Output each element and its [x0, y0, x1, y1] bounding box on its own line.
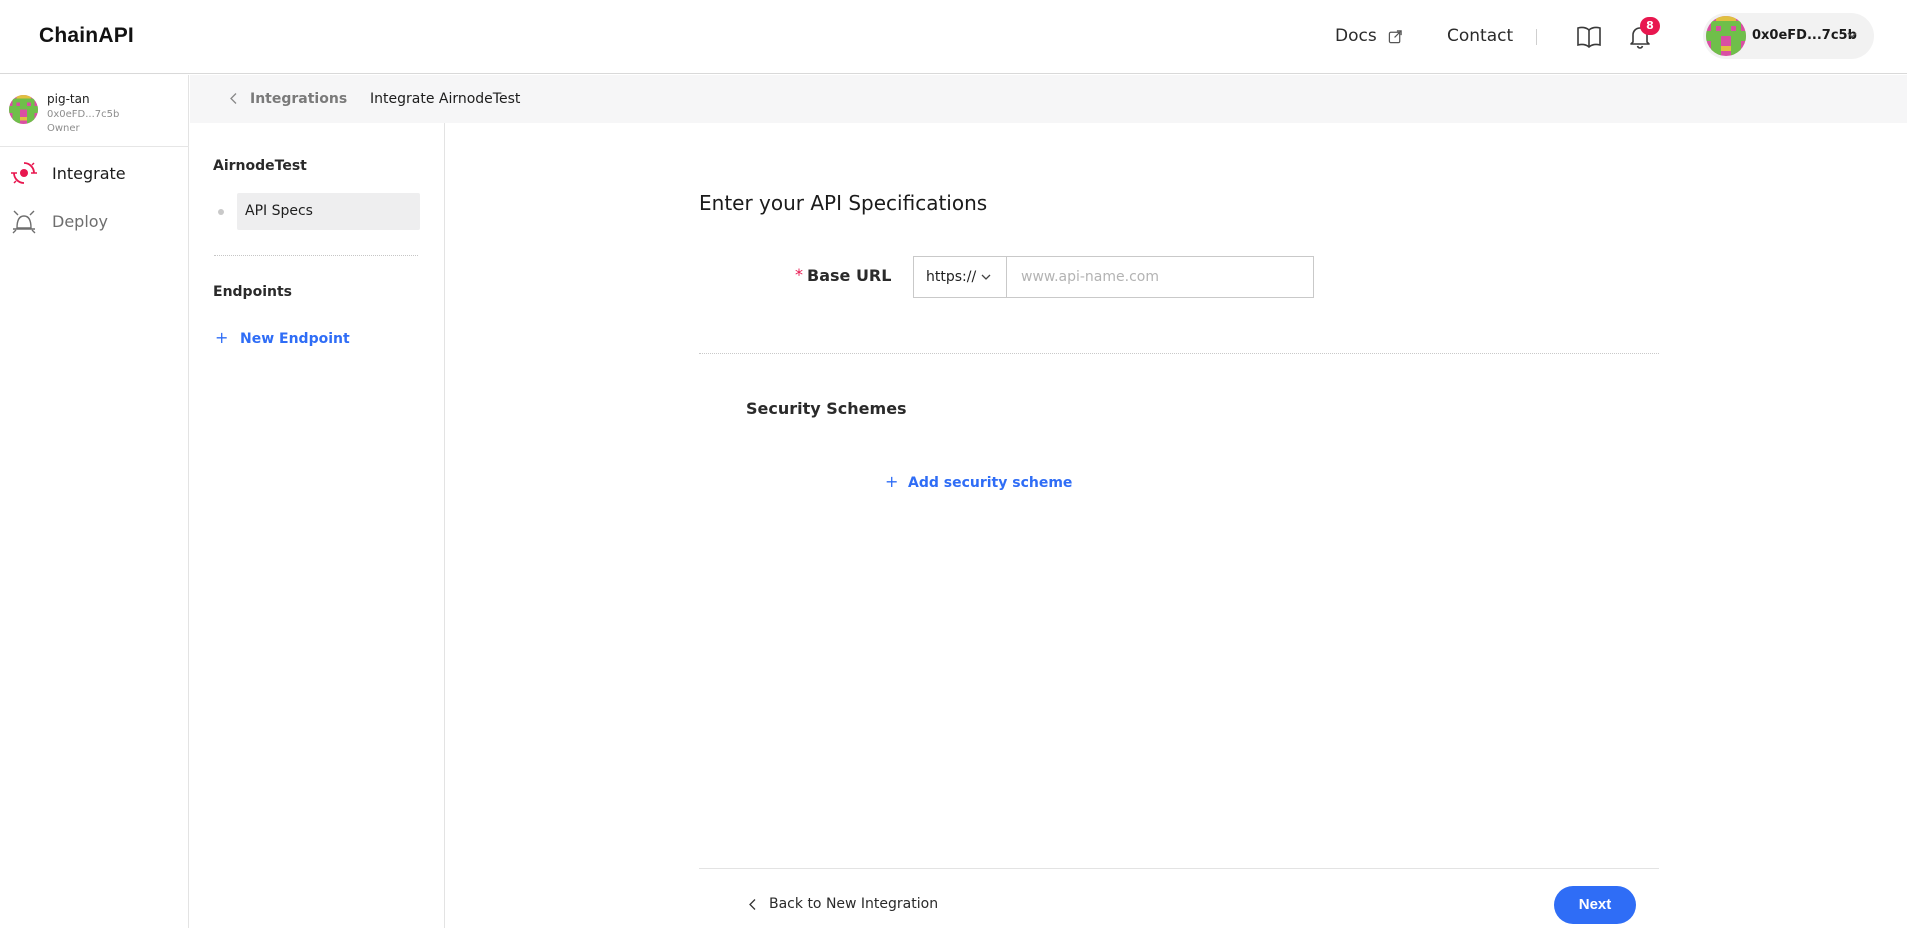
contact-link[interactable]: Contact [1447, 26, 1513, 46]
notification-badge: 8 [1640, 17, 1660, 35]
base-url-label: Base URL [807, 266, 892, 285]
protocol-value: https:// [926, 269, 977, 285]
base-url-input[interactable] [1006, 256, 1314, 298]
section-divider [699, 353, 1659, 354]
new-endpoint-label: New Endpoint [240, 331, 350, 347]
main-sidebar: pig-tan 0x0eFD...7c5b Owner Integrate De… [0, 75, 189, 928]
user-name: pig-tan [47, 92, 90, 106]
chevron-down-icon [981, 274, 991, 280]
top-header: ChainAPI Docs Contact 8 0x0eFD...7c5b [0, 0, 1907, 74]
plus-icon: + [885, 472, 899, 491]
avatar [1706, 16, 1746, 56]
nav-deploy-label: Deploy [52, 212, 109, 231]
user-address: 0x0eFD...7c5b [47, 109, 120, 120]
required-marker: * [795, 265, 803, 284]
plus-icon: + [215, 328, 229, 347]
panel-divider [214, 255, 418, 256]
header-divider [1536, 29, 1537, 45]
nav-deploy[interactable]: Deploy [0, 201, 189, 241]
breadcrumb-integrations-link[interactable]: Integrations [250, 91, 347, 107]
endpoints-title: Endpoints [213, 284, 292, 300]
chevron-left-icon [749, 899, 756, 910]
integration-title: AirnodeTest [213, 158, 307, 174]
account-address: 0x0eFD...7c5b [1752, 28, 1857, 43]
nav-integrate-label: Integrate [52, 164, 126, 183]
chainapi-logo[interactable]: ChainAPI [39, 24, 134, 48]
panel-item-label: API Specs [245, 203, 313, 219]
security-schemes-title: Security Schemes [746, 399, 907, 418]
user-role: Owner [47, 123, 80, 134]
integrate-icon [11, 162, 37, 184]
user-card[interactable]: pig-tan 0x0eFD...7c5b Owner [0, 75, 189, 147]
deploy-icon [12, 210, 36, 234]
chevron-down-icon [1847, 32, 1857, 38]
footer-divider [699, 868, 1659, 869]
main-content: Enter your API Specifications * Base URL… [446, 123, 1907, 928]
nav-integrate[interactable]: Integrate [0, 153, 189, 193]
step-dot [218, 209, 224, 215]
add-security-scheme-label: Add security scheme [908, 475, 1073, 491]
docs-link[interactable]: Docs [1335, 26, 1377, 46]
account-menu-button[interactable]: 0x0eFD...7c5b [1703, 13, 1874, 59]
breadcrumb: Integrations Integrate AirnodeTest [190, 75, 1907, 123]
integration-panel: AirnodeTest API Specs Endpoints + New En… [190, 123, 445, 928]
chevron-left-icon[interactable] [229, 92, 239, 105]
protocol-select[interactable]: https:// [913, 256, 1007, 298]
book-icon[interactable] [1576, 25, 1602, 49]
panel-item-api-specs[interactable]: API Specs [237, 193, 420, 230]
next-button[interactable]: Next [1554, 886, 1636, 924]
page-title: Enter your API Specifications [699, 191, 988, 215]
external-link-icon[interactable] [1388, 29, 1403, 44]
breadcrumb-current: Integrate AirnodeTest [370, 91, 521, 107]
back-button-label: Back to New Integration [769, 896, 939, 912]
avatar [9, 95, 38, 124]
